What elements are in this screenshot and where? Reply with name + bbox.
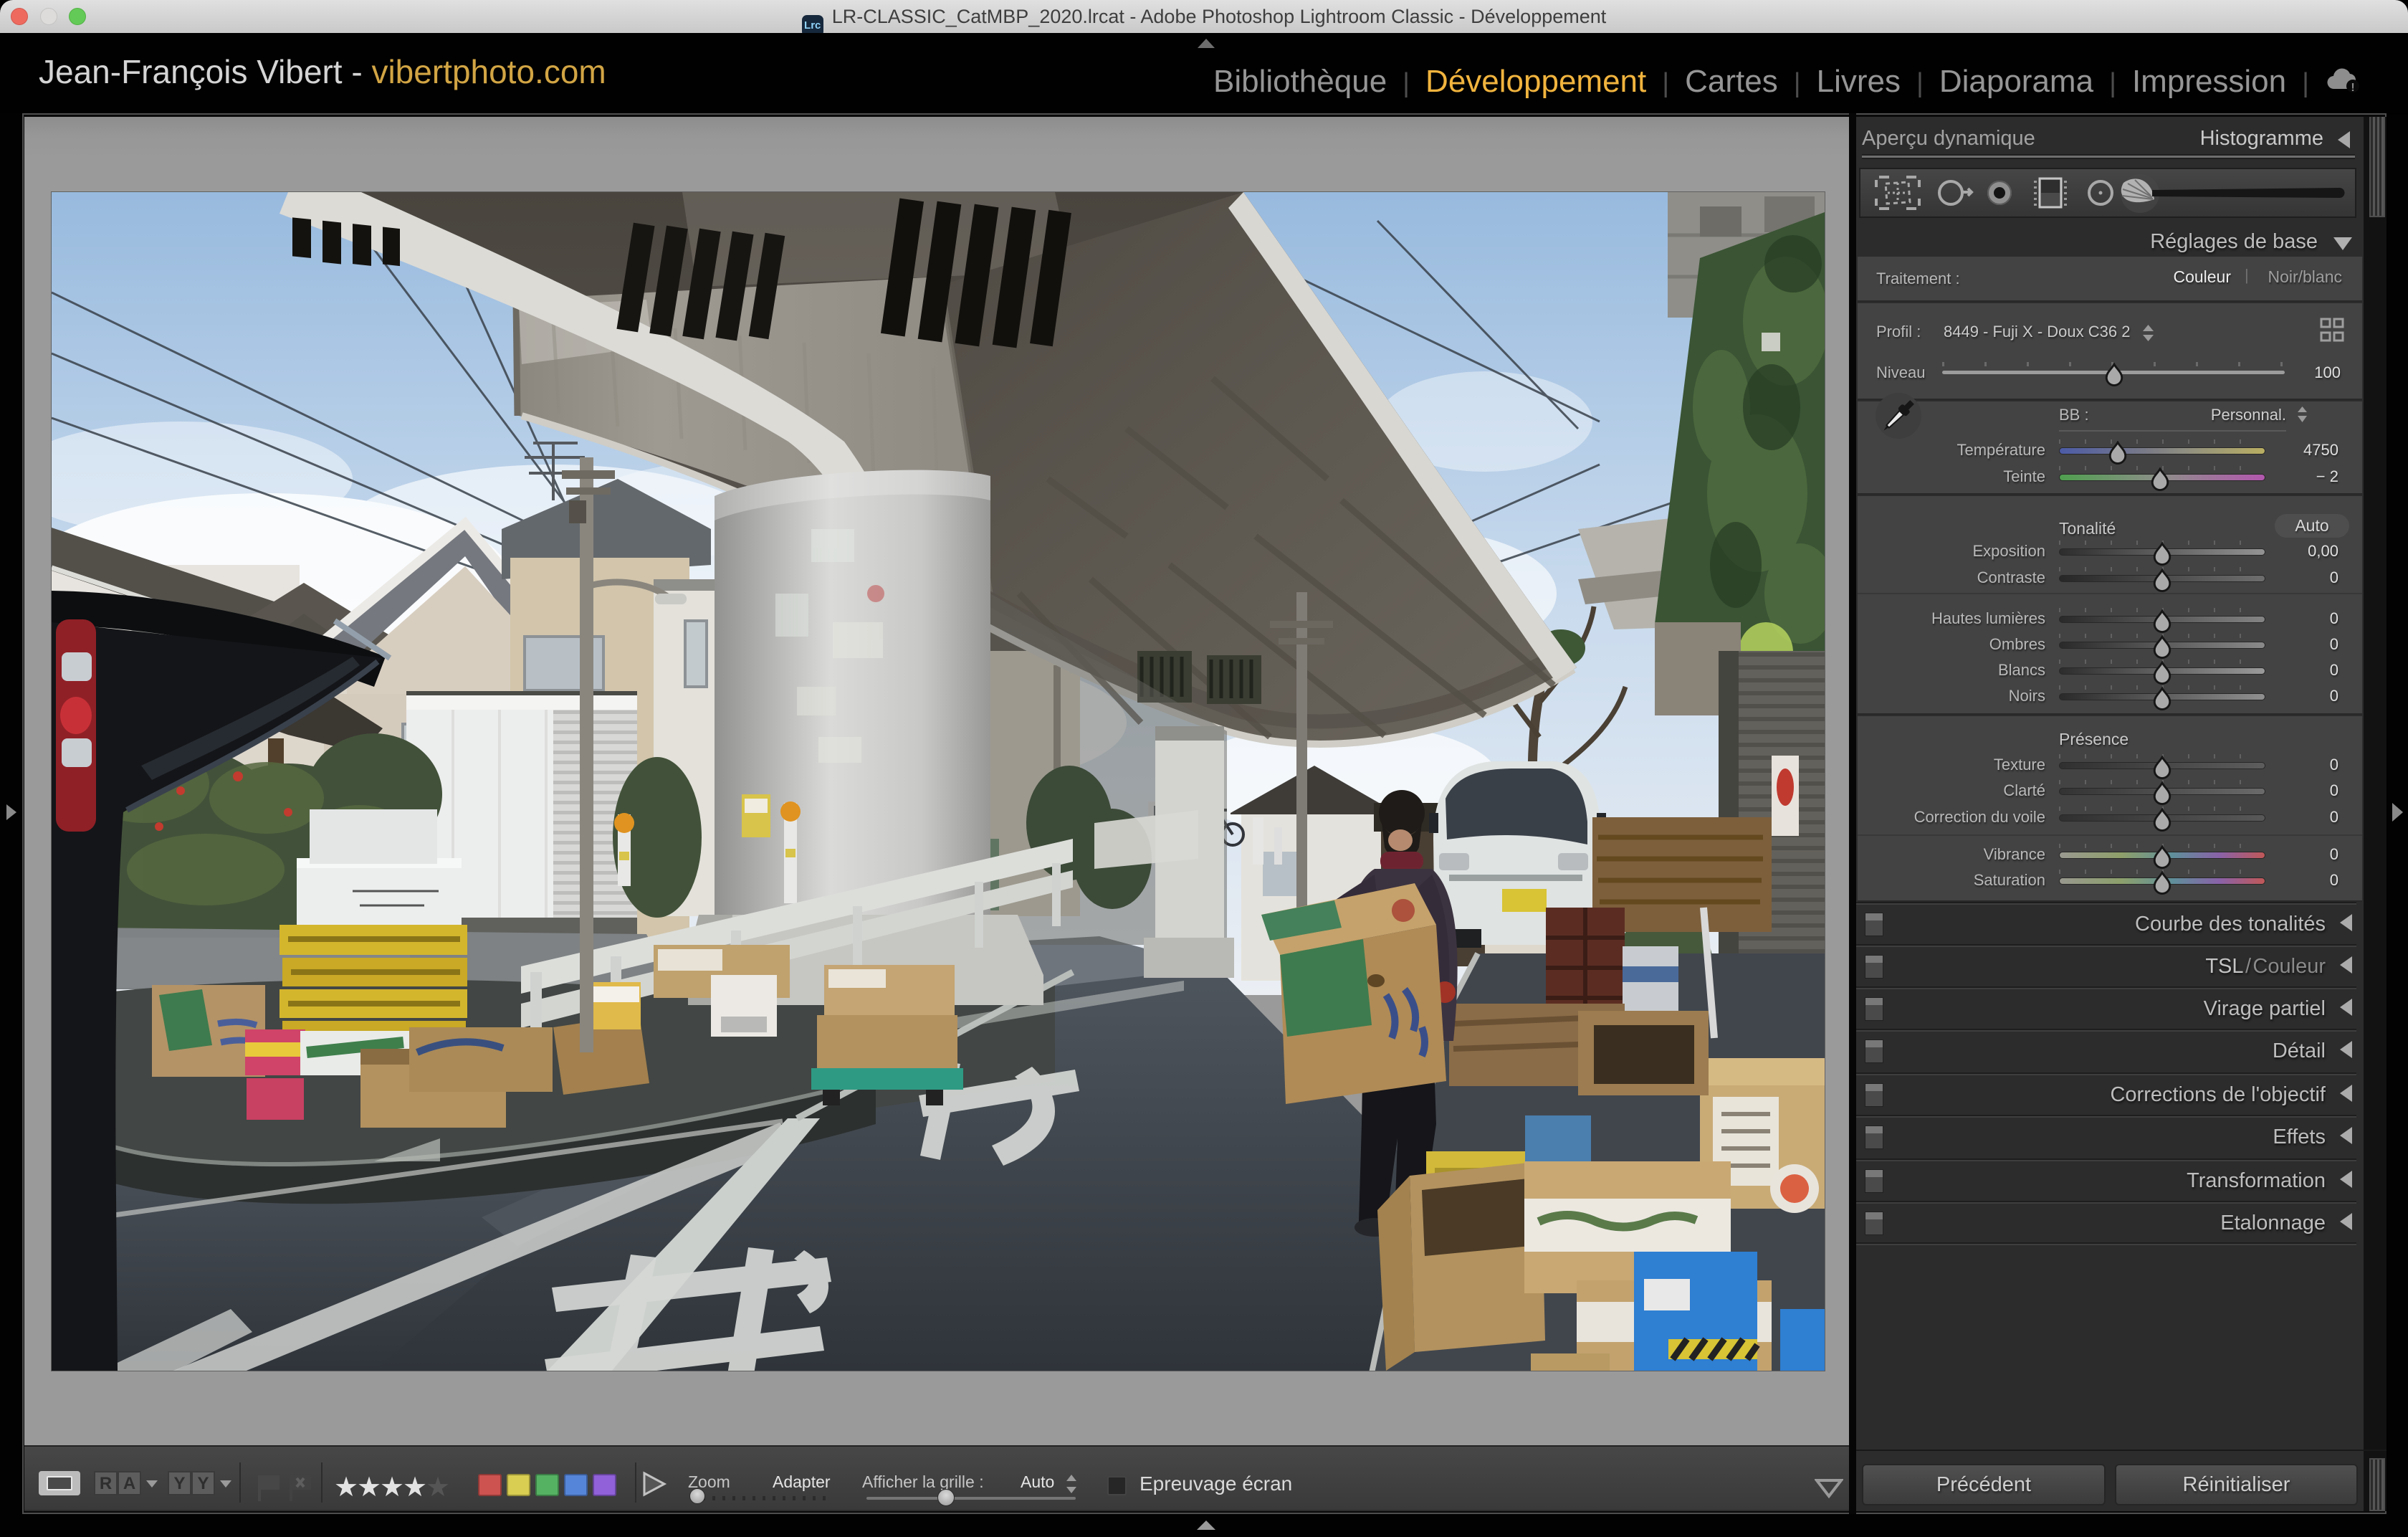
svg-text:!: ! [2351, 82, 2354, 94]
